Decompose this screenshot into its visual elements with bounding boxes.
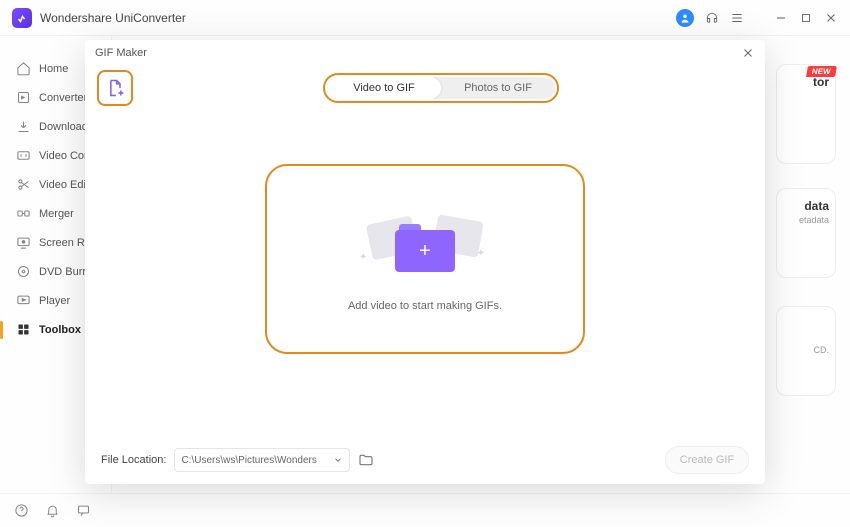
disc-icon	[16, 264, 31, 279]
modal-title: GIF Maker	[95, 47, 147, 59]
chevron-down-icon	[333, 455, 343, 465]
feedback-icon[interactable]	[76, 503, 91, 518]
titlebar: Wondershare UniConverter	[0, 0, 850, 36]
file-location-select[interactable]: C:\Users\ws\Pictures\Wonders	[174, 448, 350, 472]
drop-message: Add video to start making GIFs.	[348, 300, 502, 312]
card-subtitle: CD.	[783, 345, 829, 355]
close-icon[interactable]	[741, 46, 755, 60]
sidebar-item-label: Converter	[39, 92, 87, 104]
mode-segment-highlight: Video to GIF Photos to GIF	[323, 73, 559, 103]
browse-folder-icon[interactable]	[358, 452, 374, 468]
home-icon	[16, 61, 31, 76]
card-title: tor	[783, 75, 829, 89]
sidebar-item-label: Home	[39, 63, 68, 75]
support-icon[interactable]	[705, 11, 719, 25]
close-window-icon[interactable]	[824, 11, 838, 25]
tool-card-1[interactable]: tor	[776, 64, 836, 164]
sidebar-item-label: Merger	[39, 208, 74, 220]
player-icon	[16, 293, 31, 308]
create-gif-button[interactable]: Create GIF	[665, 446, 749, 474]
help-icon[interactable]	[14, 503, 29, 518]
card-title: data	[783, 199, 829, 213]
mode-segment: Video to GIF Photos to GIF	[327, 77, 555, 99]
user-avatar-icon[interactable]	[676, 9, 694, 27]
tool-card-3[interactable]: CD.	[776, 306, 836, 396]
bell-icon[interactable]	[45, 503, 60, 518]
maximize-icon[interactable]	[799, 11, 813, 25]
folder-illustration: ✦ ✦ +	[365, 206, 485, 286]
sidebar-item-label: Toolbox	[39, 324, 81, 336]
app-logo-icon	[12, 8, 32, 28]
scissors-icon	[16, 177, 31, 192]
converter-icon	[16, 90, 31, 105]
toolbox-icon	[16, 322, 31, 337]
drop-zone[interactable]: ✦ ✦ + Add video to start making GIFs.	[265, 164, 585, 354]
download-icon	[16, 119, 31, 134]
recorder-icon	[16, 235, 31, 250]
file-location-value: C:\Users\ws\Pictures\Wonders	[181, 455, 316, 466]
sidebar-item-label: Player	[39, 295, 70, 307]
add-folder-icon: +	[395, 224, 455, 272]
statusbar	[0, 493, 850, 527]
gif-maker-modal: GIF Maker Video to GIF Photos to GIF ✦ ✦	[85, 40, 765, 484]
tab-video-to-gif[interactable]: Video to GIF	[327, 77, 441, 99]
new-badge: NEW	[806, 66, 837, 77]
minimize-icon[interactable]	[774, 11, 788, 25]
merger-icon	[16, 206, 31, 221]
card-subtitle: etadata	[783, 215, 829, 225]
app-title: Wondershare UniConverter	[40, 11, 676, 25]
tab-photos-to-gif[interactable]: Photos to GIF	[441, 77, 555, 99]
menu-icon[interactable]	[730, 11, 744, 25]
file-location-label: File Location:	[101, 454, 166, 466]
tool-card-2[interactable]: data etadata	[776, 188, 836, 278]
add-file-button[interactable]	[97, 70, 133, 106]
compressor-icon	[16, 148, 31, 163]
